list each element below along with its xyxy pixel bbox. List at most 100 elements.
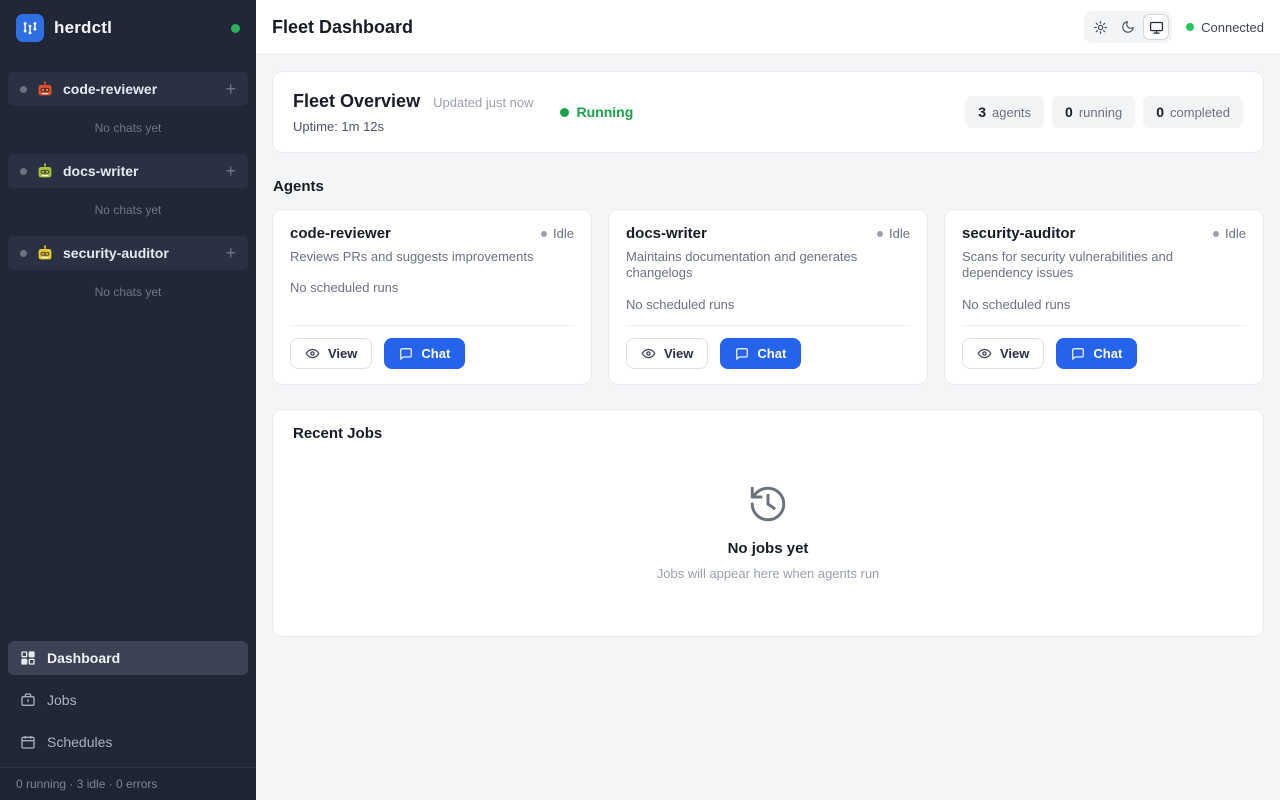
sidebar-status-bar: 0 running · 3 idle · 0 errors — [0, 767, 256, 800]
sun-icon — [1093, 20, 1108, 35]
agent-card-name: docs-writer — [626, 225, 707, 242]
sidebar-item-schedules[interactable]: Schedules — [8, 725, 248, 759]
agent-description: Maintains documentation and generates ch… — [626, 249, 876, 282]
idle-dot — [541, 231, 547, 237]
agent-card-code-reviewer: code-reviewer Idle Reviews PRs and sugge… — [272, 209, 592, 385]
moon-icon — [1121, 20, 1135, 34]
agent-name: docs-writer — [63, 163, 138, 179]
robot-icon — [37, 163, 53, 179]
agent-description: Reviews PRs and suggests improvements — [290, 249, 540, 265]
theme-system-button[interactable] — [1143, 14, 1169, 40]
chat-bubble-icon — [1071, 347, 1085, 361]
sidebar-nav: Dashboard Jobs Schedules — [0, 633, 256, 767]
eye-icon — [305, 346, 320, 361]
no-jobs-subtitle: Jobs will appear here when agents run — [657, 566, 880, 581]
nav-label: Schedules — [47, 734, 112, 750]
agent-card-name: security-auditor — [962, 225, 1075, 242]
view-label: View — [664, 346, 693, 361]
robot-icon — [37, 245, 53, 261]
running-count-badge: 0 running — [1052, 96, 1135, 128]
badge-value: 0 — [1065, 104, 1073, 120]
sidebar-item-dashboard[interactable]: Dashboard — [8, 641, 248, 675]
theme-dark-button[interactable] — [1115, 14, 1141, 40]
new-chat-button[interactable]: + — [225, 80, 236, 98]
fleet-status: Running — [560, 104, 634, 120]
agent-description: Scans for security vulnerabilities and d… — [962, 249, 1212, 282]
briefcase-icon — [20, 692, 36, 708]
main-area: Fleet Dashboard — [256, 0, 1280, 800]
agent-status-dot — [20, 168, 27, 175]
agents-count-badge: 3 agents — [965, 96, 1044, 128]
sidebar: herdctl code-reviewer + No chats yet — [0, 0, 256, 800]
overview-updated: Updated just now — [433, 95, 533, 110]
theme-light-button[interactable] — [1087, 14, 1113, 40]
app-name: herdctl — [54, 18, 112, 38]
idle-label: Idle — [1225, 226, 1246, 241]
topbar: Fleet Dashboard — [256, 0, 1280, 55]
view-button[interactable]: View — [962, 338, 1044, 369]
agent-schedule: No scheduled runs — [962, 297, 1246, 312]
sidebar-item-security-auditor[interactable]: security-auditor + — [8, 236, 248, 270]
robot-icon — [37, 81, 53, 97]
eye-icon — [641, 346, 656, 361]
view-label: View — [328, 346, 357, 361]
badge-label: agents — [992, 105, 1031, 120]
grid-icon — [20, 650, 36, 666]
online-status-dot — [231, 24, 240, 33]
new-chat-button[interactable]: + — [225, 162, 236, 180]
content: Fleet Overview Updated just now Uptime: … — [256, 55, 1280, 800]
idle-label: Idle — [889, 226, 910, 241]
running-dot — [560, 108, 569, 117]
agent-status-dot — [20, 250, 27, 257]
badge-label: running — [1079, 105, 1122, 120]
badge-label: completed — [1170, 105, 1230, 120]
chat-label: Chat — [421, 346, 450, 361]
view-label: View — [1000, 346, 1029, 361]
agent-card-security-auditor: security-auditor Idle Scans for security… — [944, 209, 1264, 385]
view-button[interactable]: View — [626, 338, 708, 369]
chat-button[interactable]: Chat — [1056, 338, 1137, 369]
jobs-empty-state: No jobs yet Jobs will appear here when a… — [293, 442, 1243, 621]
agent-idle-status: Idle — [541, 226, 574, 241]
recent-jobs-heading: Recent Jobs — [293, 425, 1243, 442]
history-icon — [747, 483, 789, 525]
sidebar-item-jobs[interactable]: Jobs — [8, 683, 248, 717]
agent-schedule: No scheduled runs — [626, 297, 910, 312]
agent-name: code-reviewer — [63, 81, 157, 97]
agent-schedule: No scheduled runs — [290, 280, 574, 295]
badge-value: 0 — [1156, 104, 1164, 120]
no-chats-label: No chats yet — [0, 270, 256, 318]
idle-label: Idle — [553, 226, 574, 241]
chat-bubble-icon — [735, 347, 749, 361]
agent-idle-status: Idle — [877, 226, 910, 241]
nav-label: Jobs — [47, 692, 77, 708]
agent-card-name: code-reviewer — [290, 225, 391, 242]
calendar-icon — [20, 734, 36, 750]
connection-status: Connected — [1186, 20, 1264, 35]
agent-status-dot — [20, 86, 27, 93]
recent-jobs-card: Recent Jobs No jobs yet Jobs will appear… — [272, 409, 1264, 637]
theme-toggle — [1084, 11, 1172, 43]
monitor-icon — [1149, 20, 1164, 35]
sidebar-item-docs-writer[interactable]: docs-writer + — [8, 154, 248, 188]
nav-label: Dashboard — [47, 650, 120, 666]
overview-uptime: Uptime: 1m 12s — [293, 119, 534, 134]
agent-grid: code-reviewer Idle Reviews PRs and sugge… — [272, 209, 1264, 385]
view-button[interactable]: View — [290, 338, 372, 369]
no-jobs-title: No jobs yet — [728, 540, 809, 557]
new-chat-button[interactable]: + — [225, 244, 236, 262]
sidebar-header: herdctl — [0, 0, 256, 56]
idle-dot — [877, 231, 883, 237]
agent-name: security-auditor — [63, 245, 169, 261]
fleet-overview-card: Fleet Overview Updated just now Uptime: … — [272, 71, 1264, 153]
chat-button[interactable]: Chat — [720, 338, 801, 369]
completed-count-badge: 0 completed — [1143, 96, 1243, 128]
sidebar-item-code-reviewer[interactable]: code-reviewer + — [8, 72, 248, 106]
chat-button[interactable]: Chat — [384, 338, 465, 369]
sidebar-agent-list: code-reviewer + No chats yet docs-writer… — [0, 72, 256, 318]
no-chats-label: No chats yet — [0, 106, 256, 154]
idle-dot — [1213, 231, 1219, 237]
agent-idle-status: Idle — [1213, 226, 1246, 241]
agent-card-docs-writer: docs-writer Idle Maintains documentation… — [608, 209, 928, 385]
chat-label: Chat — [757, 346, 786, 361]
